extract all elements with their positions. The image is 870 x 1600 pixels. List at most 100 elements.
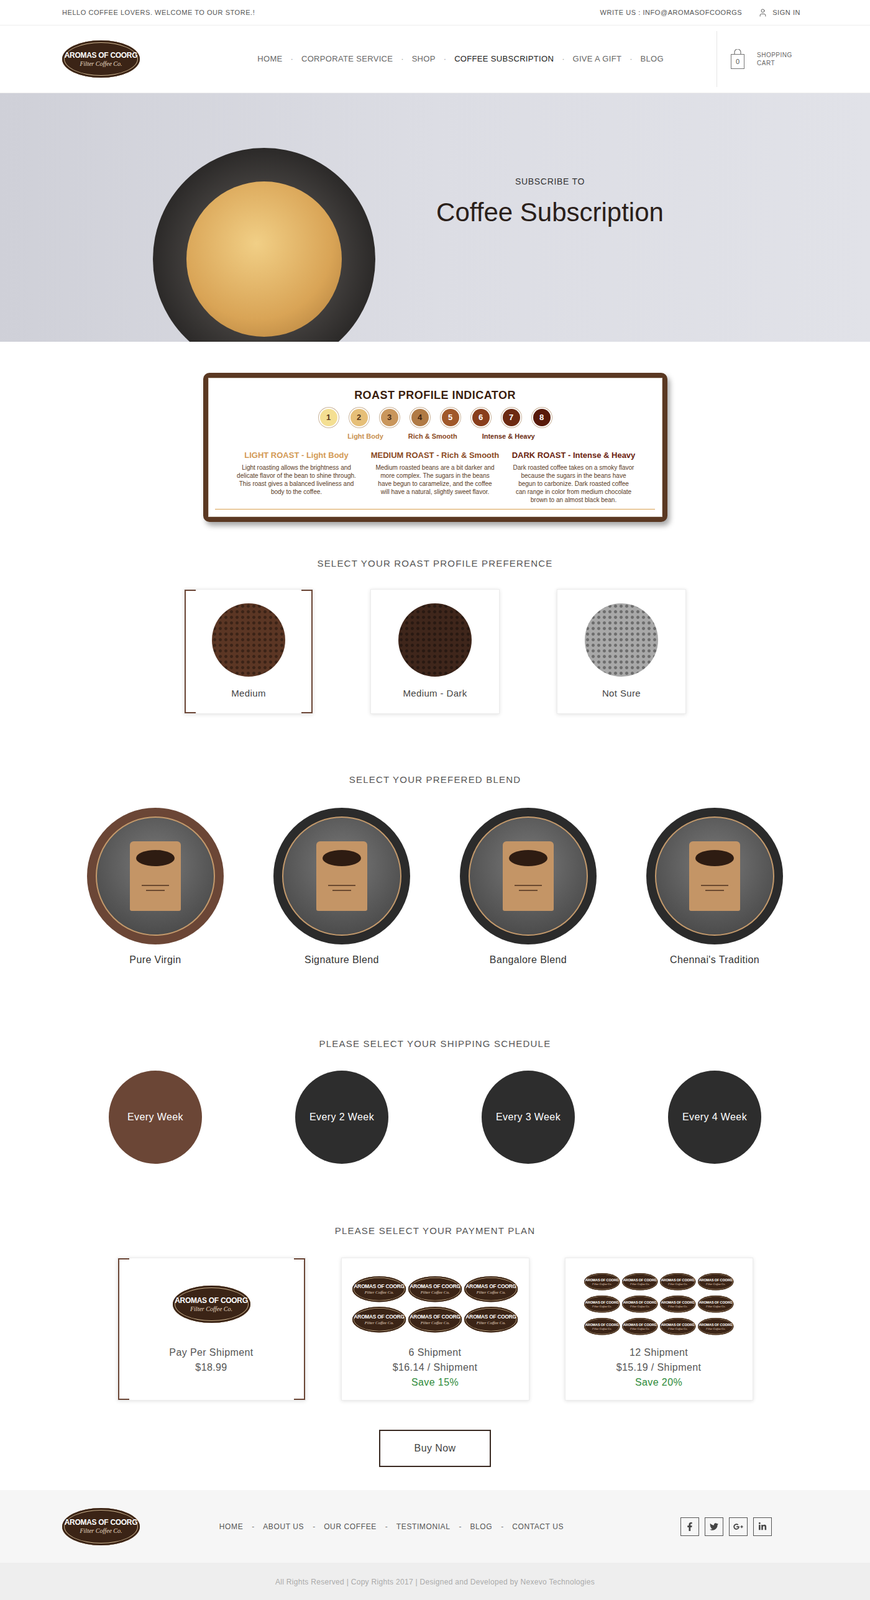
coffee-bag bbox=[689, 841, 741, 912]
logo: AROMAS OF COORGFilter Coffee Co. bbox=[697, 1318, 734, 1336]
section-heading: SELECT YOUR ROAST PROFILE PREFERENCE bbox=[0, 558, 870, 570]
footer-link[interactable]: ABOUT US bbox=[262, 1521, 304, 1533]
footer-separator: - bbox=[500, 1521, 504, 1533]
nav-link[interactable]: COFFEE SUBSCRIPTION bbox=[454, 52, 554, 66]
roast-level: 6 bbox=[472, 408, 490, 427]
footer-link[interactable]: BLOG bbox=[469, 1521, 493, 1533]
roast-group-label: Light Body bbox=[347, 431, 383, 442]
footer-separator: - bbox=[312, 1521, 316, 1533]
linkedin-icon[interactable] bbox=[753, 1517, 772, 1537]
footer: AROMAS OF COORGFilter Coffee Co.HOME-ABO… bbox=[0, 1490, 870, 1563]
roast-option[interactable]: Medium - Dark bbox=[370, 589, 500, 715]
shipping-option[interactable]: Every Week bbox=[108, 1070, 202, 1164]
logo: AROMAS OF COORGFilter Coffee Co. bbox=[584, 1318, 621, 1336]
logo: AROMAS OF COORGFilter Coffee Co. bbox=[697, 1273, 734, 1291]
facebook-icon[interactable] bbox=[680, 1517, 700, 1537]
logo: AROMAS OF COORGFilter Coffee Co. bbox=[584, 1273, 621, 1291]
selection-bracket bbox=[301, 589, 313, 714]
bean-pile bbox=[398, 603, 472, 677]
logo: AROMAS OF COORGFilter Coffee Co. bbox=[659, 1318, 696, 1336]
roast-option[interactable]: Medium bbox=[183, 589, 314, 715]
footer-link[interactable]: HOME bbox=[219, 1521, 243, 1533]
contact-email[interactable]: WRITE US : INFO@AROMASOFCOORGS bbox=[599, 7, 742, 19]
sign-in-link[interactable]: SIGN IN bbox=[758, 7, 801, 19]
nav-link[interactable]: CORPORATE SERVICE bbox=[301, 52, 393, 66]
shipping-option[interactable]: Every 2 Week bbox=[295, 1070, 389, 1164]
roast-level: 2 bbox=[350, 408, 368, 427]
roast-level: 1 bbox=[320, 408, 338, 427]
logo: AROMAS OF COORGFilter Coffee Co. bbox=[622, 1318, 659, 1336]
indicator-title: ROAST PROFILE INDICATOR bbox=[354, 387, 516, 404]
blend-option[interactable]: Bangalore Blend bbox=[435, 807, 622, 967]
hero-photo bbox=[152, 147, 376, 342]
roast-level: 5 bbox=[441, 408, 460, 427]
footer-separator: - bbox=[251, 1521, 255, 1533]
logo: AROMAS OF COORGFilter Coffee Co. bbox=[622, 1273, 659, 1291]
nav-link[interactable]: BLOG bbox=[640, 52, 664, 66]
selection-bracket bbox=[293, 1258, 306, 1401]
footer-link[interactable]: CONTACT US bbox=[512, 1521, 564, 1533]
welcome-text: HELLO COFFEE LOVERS. WELCOME TO OUR STOR… bbox=[62, 7, 255, 19]
nav-separator: · bbox=[443, 52, 447, 66]
selection-bracket bbox=[118, 1258, 130, 1401]
blend-option[interactable]: Chennai's Tradition bbox=[621, 807, 808, 967]
logo: AROMAS OF COORGFilter Coffee Co. bbox=[408, 1276, 462, 1302]
footer-nav: HOME-ABOUT US-OUR COFFEE-TESTIMONIAL-BLO… bbox=[139, 1521, 681, 1533]
user-icon bbox=[758, 8, 768, 18]
bean-pile bbox=[584, 603, 659, 677]
shipping-option[interactable]: Every 4 Week bbox=[668, 1070, 762, 1164]
main-nav: HOME · CORPORATE SERVICE · SHOP · COFFEE SUBSC… bbox=[139, 52, 717, 66]
logo: AROMAS OF COORGFilter Coffee Co. bbox=[584, 1295, 621, 1314]
blend-option[interactable]: Signature Blend bbox=[248, 807, 435, 967]
bag-handle-icon bbox=[733, 49, 742, 55]
coffee-bag bbox=[316, 841, 368, 912]
section-heading: SELECT YOUR PREFERED BLEND bbox=[0, 774, 870, 786]
logo: AROMAS OF COORGFilter Coffee Co. bbox=[408, 1306, 462, 1333]
nav-link[interactable]: SHOP bbox=[412, 52, 436, 66]
footer-separator: - bbox=[458, 1521, 462, 1533]
roast-level: 7 bbox=[502, 408, 521, 427]
blend-option[interactable]: Pure Virgin bbox=[62, 807, 249, 967]
selection-bracket bbox=[184, 589, 196, 714]
nav-separator: · bbox=[561, 52, 565, 66]
roast-profile-indicator: ROAST PROFILE INDICATOR12345678Light Bod… bbox=[203, 372, 668, 522]
logo: AROMAS OF COORGFilter Coffee Co. bbox=[464, 1306, 518, 1333]
cart-label: SHOPPINGCART bbox=[756, 50, 793, 68]
shipping-option[interactable]: Every 3 Week bbox=[481, 1070, 575, 1164]
top-bar: HELLO COFFEE LOVERS. WELCOME TO OUR STOR… bbox=[0, 0, 870, 26]
payment-plan[interactable]: AROMAS OF COORGFilter Coffee Co.Pay Per … bbox=[117, 1257, 306, 1401]
logo: AROMAS OF COORGFilter Coffee Co. bbox=[659, 1273, 696, 1291]
roast-option[interactable]: Not Sure bbox=[556, 589, 687, 715]
roast-level: 3 bbox=[380, 408, 399, 427]
roast-group-label: Rich & Smooth bbox=[408, 431, 458, 442]
twitter-icon[interactable] bbox=[704, 1517, 724, 1537]
hero-title: Coffee Subscription bbox=[436, 196, 664, 229]
hero: SUBSCRIBE TO Coffee Subscription bbox=[0, 93, 870, 342]
roast-group-label: Intense & Heavy bbox=[482, 431, 536, 442]
roast-level: 4 bbox=[411, 408, 429, 427]
hero-kicker: SUBSCRIBE TO bbox=[515, 175, 585, 189]
logo: AROMAS OF COORGFilter Coffee Co. bbox=[622, 1295, 659, 1314]
buy-now-button[interactable]: Buy Now bbox=[379, 1429, 491, 1468]
payment-plan[interactable]: AROMAS OF COORGFilter Coffee Co.AROMAS O… bbox=[564, 1257, 754, 1401]
logo[interactable]: AROMAS OF COORGFilter Coffee Co. bbox=[62, 40, 140, 78]
section-heading: PLEASE SELECT YOUR SHIPPING SCHEDULE bbox=[0, 1038, 870, 1050]
footer-link[interactable]: TESTIMONIAL bbox=[396, 1521, 451, 1533]
logo: AROMAS OF COORGFilter Coffee Co. bbox=[172, 1285, 251, 1324]
logo[interactable]: AROMAS OF COORGFilter Coffee Co. bbox=[62, 1508, 140, 1546]
page: HELLO COFFEE LOVERS. WELCOME TO OUR STOR… bbox=[0, 0, 870, 1600]
footer-link[interactable]: OUR COFFEE bbox=[323, 1521, 377, 1533]
nav-separator: · bbox=[400, 52, 404, 66]
nav-link[interactable]: GIVE A GIFT bbox=[572, 52, 623, 66]
nav-link[interactable]: HOME bbox=[257, 52, 283, 66]
logo: AROMAS OF COORGFilter Coffee Co. bbox=[352, 1276, 406, 1302]
header: AROMAS OF COORGFilter Coffee Co. HOME · COR… bbox=[0, 25, 870, 94]
logo: AROMAS OF COORGFilter Coffee Co. bbox=[697, 1295, 734, 1314]
footer-separator: - bbox=[385, 1521, 388, 1533]
payment-plan[interactable]: AROMAS OF COORGFilter Coffee Co.AROMAS O… bbox=[341, 1257, 530, 1401]
coffee-bag bbox=[502, 841, 554, 912]
cart[interactable]: 0SHOPPINGCART bbox=[716, 31, 808, 87]
google-plus-icon[interactable] bbox=[728, 1517, 748, 1537]
logo: AROMAS OF COORGFilter Coffee Co. bbox=[659, 1295, 696, 1314]
roast-column: DARK ROAST - Intense & HeavyDark roasted… bbox=[504, 449, 644, 505]
